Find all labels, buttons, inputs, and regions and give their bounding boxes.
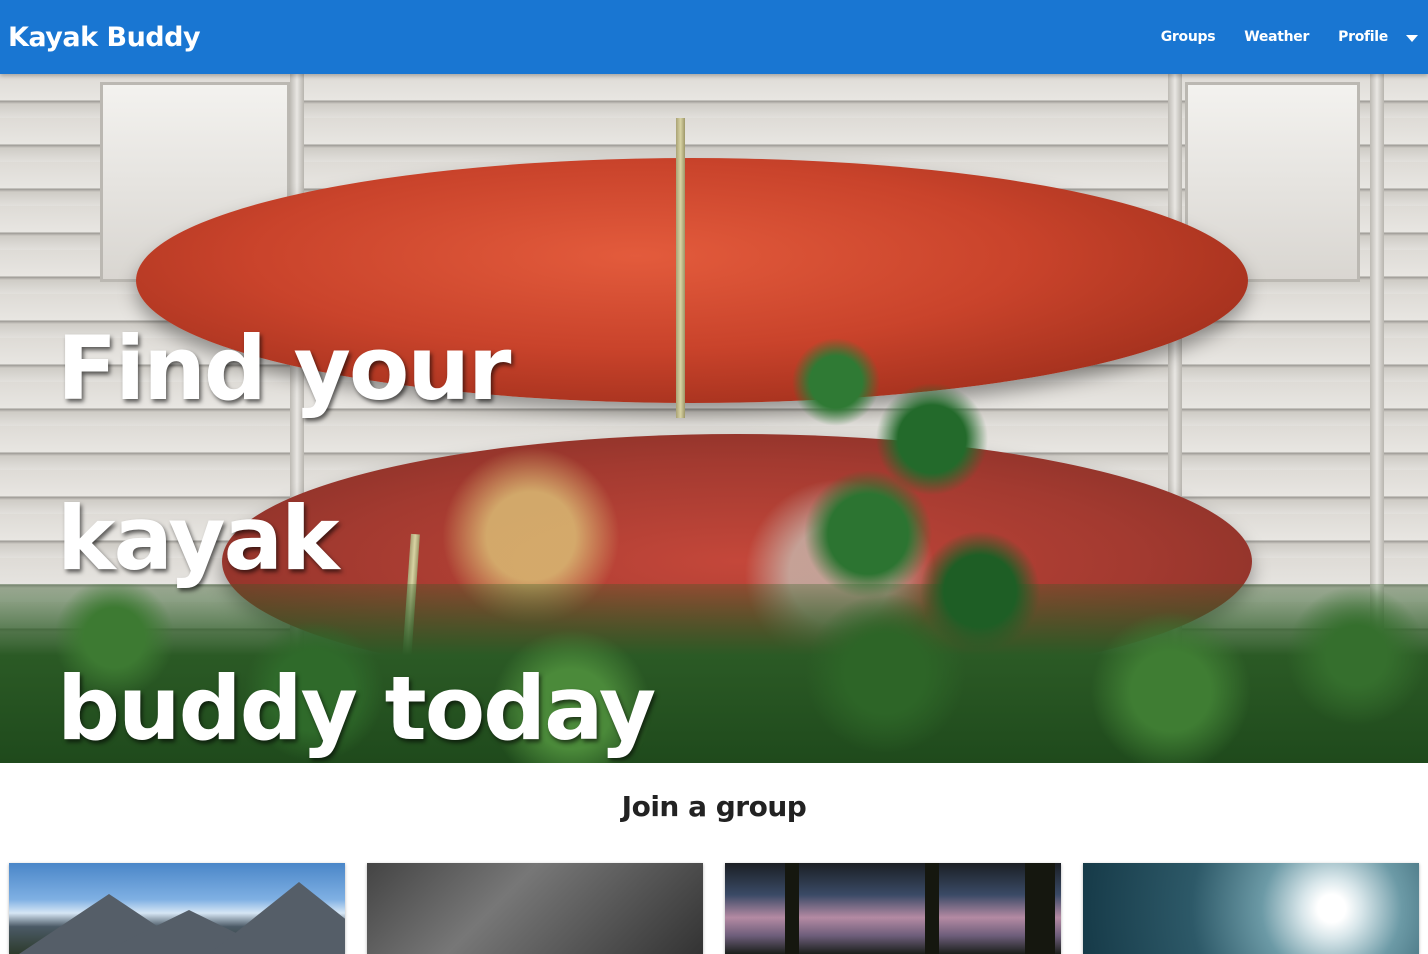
group-cards bbox=[9, 863, 1423, 954]
group-card-forest[interactable] bbox=[725, 863, 1061, 954]
group-card-sky[interactable] bbox=[1083, 863, 1419, 954]
tree-trunk bbox=[925, 863, 939, 954]
nav-link-groups[interactable]: Groups bbox=[1161, 29, 1216, 45]
top-navbar: Kayak Buddy Groups Weather Profile bbox=[0, 0, 1428, 74]
hero-title-line1: Find your kayak bbox=[57, 317, 511, 590]
nav-link-profile[interactable]: Profile bbox=[1338, 29, 1388, 45]
tree-trunk bbox=[1025, 863, 1055, 954]
nav-links: Groups Weather Profile bbox=[1132, 29, 1418, 45]
brand-logo-text[interactable]: Kayak Buddy bbox=[8, 22, 201, 53]
chevron-down-icon[interactable] bbox=[1406, 35, 1418, 42]
hero-banner: Find your kayak buddy today bbox=[0, 74, 1428, 763]
hero-title-line2: buddy today bbox=[57, 657, 656, 760]
nav-link-weather[interactable]: Weather bbox=[1244, 29, 1309, 45]
join-group-heading: Join a group bbox=[621, 790, 807, 823]
leafy-vine bbox=[740, 306, 1060, 686]
tree-trunk bbox=[785, 863, 799, 954]
group-card-mountains[interactable] bbox=[9, 863, 345, 954]
hero-title: Find your kayak buddy today bbox=[57, 284, 757, 763]
group-card-grayscale[interactable] bbox=[367, 863, 703, 954]
mountain-peak bbox=[209, 882, 345, 954]
